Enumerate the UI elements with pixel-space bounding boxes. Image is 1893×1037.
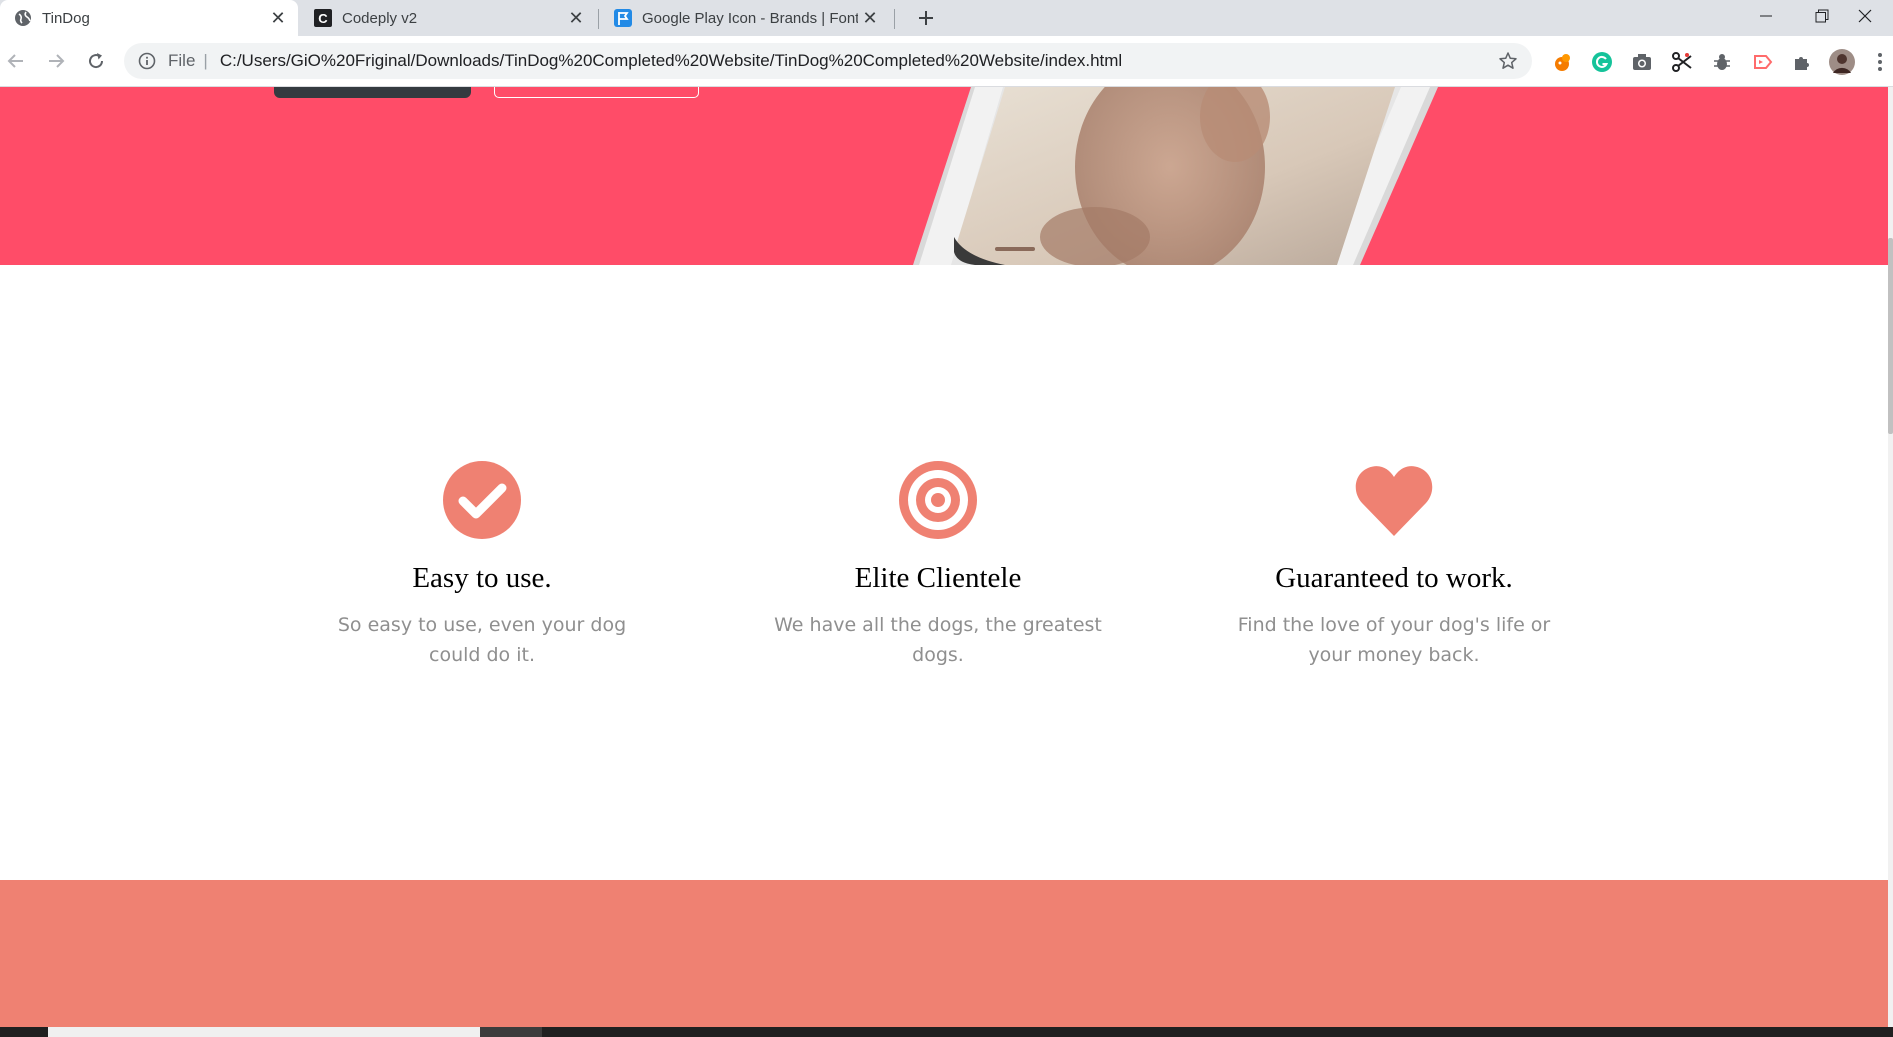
feature-title: Elite Clientele — [854, 562, 1022, 594]
reload-icon — [89, 53, 104, 69]
tab-title: Google Play Icon - Brands | Font — [642, 9, 858, 27]
scheme-separator: | — [203, 51, 208, 70]
arrow-right-icon — [49, 54, 65, 68]
close-tab-icon[interactable]: ✕ — [266, 6, 290, 30]
check-circle-icon — [443, 461, 521, 539]
tab-separator — [894, 9, 895, 29]
heart-icon — [1355, 466, 1433, 536]
taskbar-app-button[interactable] — [480, 1027, 542, 1037]
feature-text: We have all the dogs, the greatest dogs. — [774, 614, 1102, 666]
feature-text: Find the love of your dog's life or your… — [1237, 614, 1551, 666]
profile-avatar[interactable] — [1828, 48, 1856, 76]
scheme-label: File — [168, 51, 196, 70]
tab-title: TinDog — [42, 9, 90, 27]
tab-strip: TinDog ✕ C Codeply v2 ✕ Google Play Icon… — [0, 0, 1893, 36]
feature-elite-clientele: Elite Clientele We have all the dogs, th… — [738, 460, 1138, 670]
browser-menu-icon[interactable] — [1872, 48, 1888, 76]
bug-icon[interactable] — [1708, 48, 1736, 76]
minimize-icon — [1760, 15, 1772, 17]
puzzle-icon[interactable] — [1788, 48, 1816, 76]
scrollbar-track[interactable] — [1888, 87, 1893, 1027]
testimonial-section — [0, 880, 1888, 1027]
squirrel-icon[interactable] — [1548, 48, 1576, 76]
taskbar-search-box[interactable] — [48, 1027, 480, 1037]
scissors-icon[interactable] — [1668, 48, 1696, 76]
restore-icon — [1815, 9, 1829, 23]
scrollbar-thumb[interactable] — [1888, 238, 1893, 434]
codeply-c-icon: C — [314, 9, 332, 27]
phone-mockup-image — [913, 87, 1438, 265]
reload-button[interactable] — [80, 45, 112, 77]
close-tab-icon[interactable]: ✕ — [858, 6, 882, 30]
bookmark-star-icon[interactable] — [1492, 45, 1524, 77]
fontawesome-flag-icon — [614, 9, 632, 27]
download-apple-button[interactable] — [274, 87, 471, 98]
address-bar[interactable]: File | C:/Users/GiO%20Friginal/Downloads… — [124, 43, 1532, 79]
arrow-left-icon — [7, 54, 23, 68]
close-icon — [1858, 9, 1872, 23]
tab-separator — [598, 9, 599, 29]
close-window-button[interactable] — [1837, 0, 1893, 32]
tab-codeply[interactable]: C Codeply v2 ✕ — [300, 0, 596, 36]
globe-icon — [14, 9, 32, 27]
download-google-play-button[interactable] — [494, 87, 699, 98]
svg-text:C: C — [318, 11, 328, 26]
back-button[interactable] — [0, 45, 32, 77]
url-text[interactable]: C:/Users/GiO%20Friginal/Downloads/TinDog… — [220, 51, 1492, 71]
close-tab-icon[interactable]: ✕ — [564, 6, 588, 30]
feature-title: Guaranteed to work. — [1275, 562, 1513, 594]
features-section: Easy to use. So easy to use, even your d… — [0, 265, 1888, 880]
plus-icon — [919, 11, 933, 25]
tab-fontawesome[interactable]: Google Play Icon - Brands | Font ✕ — [600, 0, 890, 36]
cast-icon[interactable] — [1748, 48, 1776, 76]
tab-title: Codeply v2 — [342, 9, 418, 27]
info-icon[interactable] — [138, 52, 156, 70]
grammarly-icon[interactable] — [1588, 48, 1616, 76]
minimize-window-button[interactable] — [1738, 0, 1794, 32]
forward-button[interactable] — [40, 45, 72, 77]
feature-title: Easy to use. — [412, 562, 552, 594]
hero-section — [0, 87, 1888, 265]
bullseye-icon — [899, 461, 977, 539]
camera-icon[interactable] — [1628, 48, 1656, 76]
feature-text: So easy to use, even your dog could do i… — [337, 614, 627, 666]
new-tab-button[interactable] — [912, 4, 940, 32]
tab-tindog[interactable]: TinDog ✕ — [0, 0, 298, 36]
feature-easy-to-use: Easy to use. So easy to use, even your d… — [282, 460, 682, 670]
feature-guaranteed: Guaranteed to work. Find the love of you… — [1194, 460, 1594, 670]
